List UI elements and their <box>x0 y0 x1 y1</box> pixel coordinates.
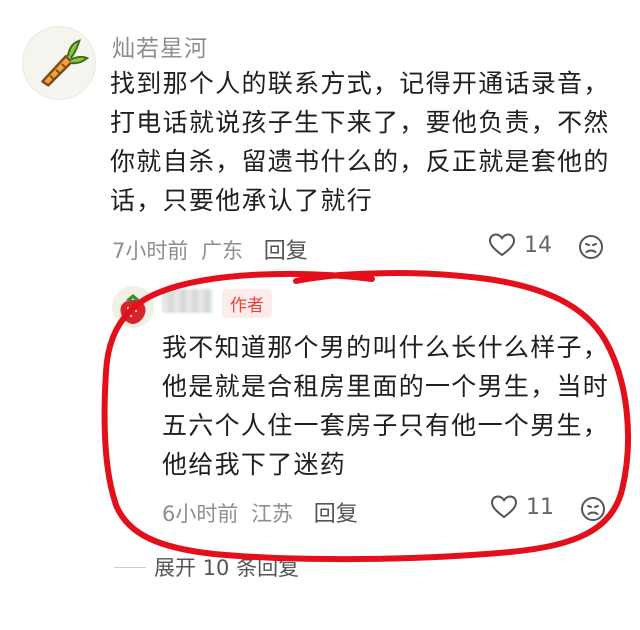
carrot-icon <box>41 39 90 87</box>
comment-location: 广东 <box>201 239 244 263</box>
reply-location: 江苏 <box>251 502 294 526</box>
reply-time: 6小时前 <box>162 502 239 526</box>
comment-meta: 7小时前 广东 回复 <box>112 233 308 265</box>
comment-like-count: 14 <box>524 232 552 258</box>
strawberry-icon <box>120 294 146 324</box>
divider-line <box>114 566 146 568</box>
comment-thread: 灿若星河 找到那个人的联系方式，记得开通话录音，打电话就说孩子生下来了，要他负责… <box>0 0 640 630</box>
heart-icon <box>490 495 518 519</box>
user-avatar[interactable] <box>22 26 96 100</box>
reply-reply-button[interactable]: 回复 <box>314 502 358 527</box>
dislike-face-icon[interactable] <box>580 496 606 522</box>
reply-like-count: 11 <box>526 494 554 520</box>
comment-time: 7小时前 <box>112 239 189 263</box>
author-badge: 作者 <box>222 289 272 318</box>
reply-avatar[interactable] <box>112 286 154 328</box>
comment-reply-button[interactable]: 回复 <box>264 239 308 264</box>
comment-username[interactable]: 灿若星河 <box>112 29 208 63</box>
expand-replies-button[interactable]: 展开 10 条回复 <box>114 552 299 582</box>
comment-like-button[interactable]: 14 <box>488 232 552 258</box>
expand-replies-label: 展开 10 条回复 <box>154 556 300 580</box>
comment-text: 找到那个人的联系方式，记得开通话录音，打电话就说孩子生下来了，要他负责，不然你就… <box>110 69 610 215</box>
reply-username-blurred[interactable] <box>162 289 212 313</box>
dislike-face-icon[interactable] <box>578 234 604 260</box>
heart-icon <box>488 233 516 257</box>
reply-meta: 6小时前 江苏 回复 <box>162 496 358 528</box>
reply-like-button[interactable]: 11 <box>490 494 554 520</box>
reply-text: 我不知道那个男的叫什么长什么样子，他是就是合租房里面的一个男生，当时五六个人住一… <box>162 333 610 479</box>
